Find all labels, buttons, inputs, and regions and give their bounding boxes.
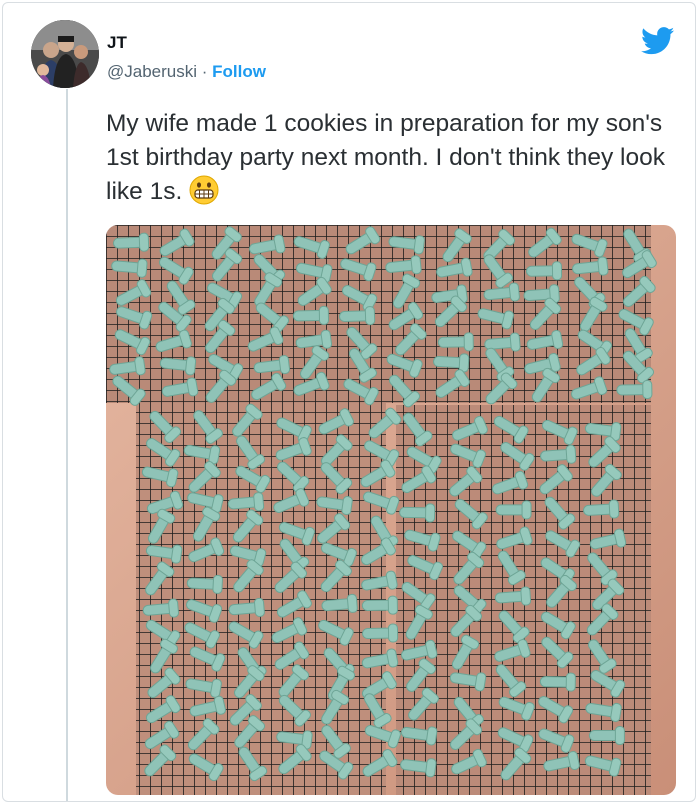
cookies-photo [106,225,676,795]
follow-link[interactable]: Follow [212,62,266,81]
user-name[interactable]: JT [107,33,127,53]
tweet-card: JT @Jaberuski · Follow My wife made 1 co… [2,2,696,802]
grimacing-face-emoji [189,175,219,205]
tweet-text: My wife made 1 cookies in preparation fo… [106,107,686,209]
twitter-bird-icon[interactable] [640,27,675,55]
user-handle-row: @Jaberuski · Follow [107,62,266,82]
avatar-photo [31,20,99,88]
user-handle[interactable]: @Jaberuski [107,62,197,81]
avatar[interactable] [31,20,99,88]
cooling-rack-top [106,225,651,403]
thread-line [66,89,68,801]
separator-dot: · [201,62,208,81]
tweet-photo[interactable] [106,225,676,795]
